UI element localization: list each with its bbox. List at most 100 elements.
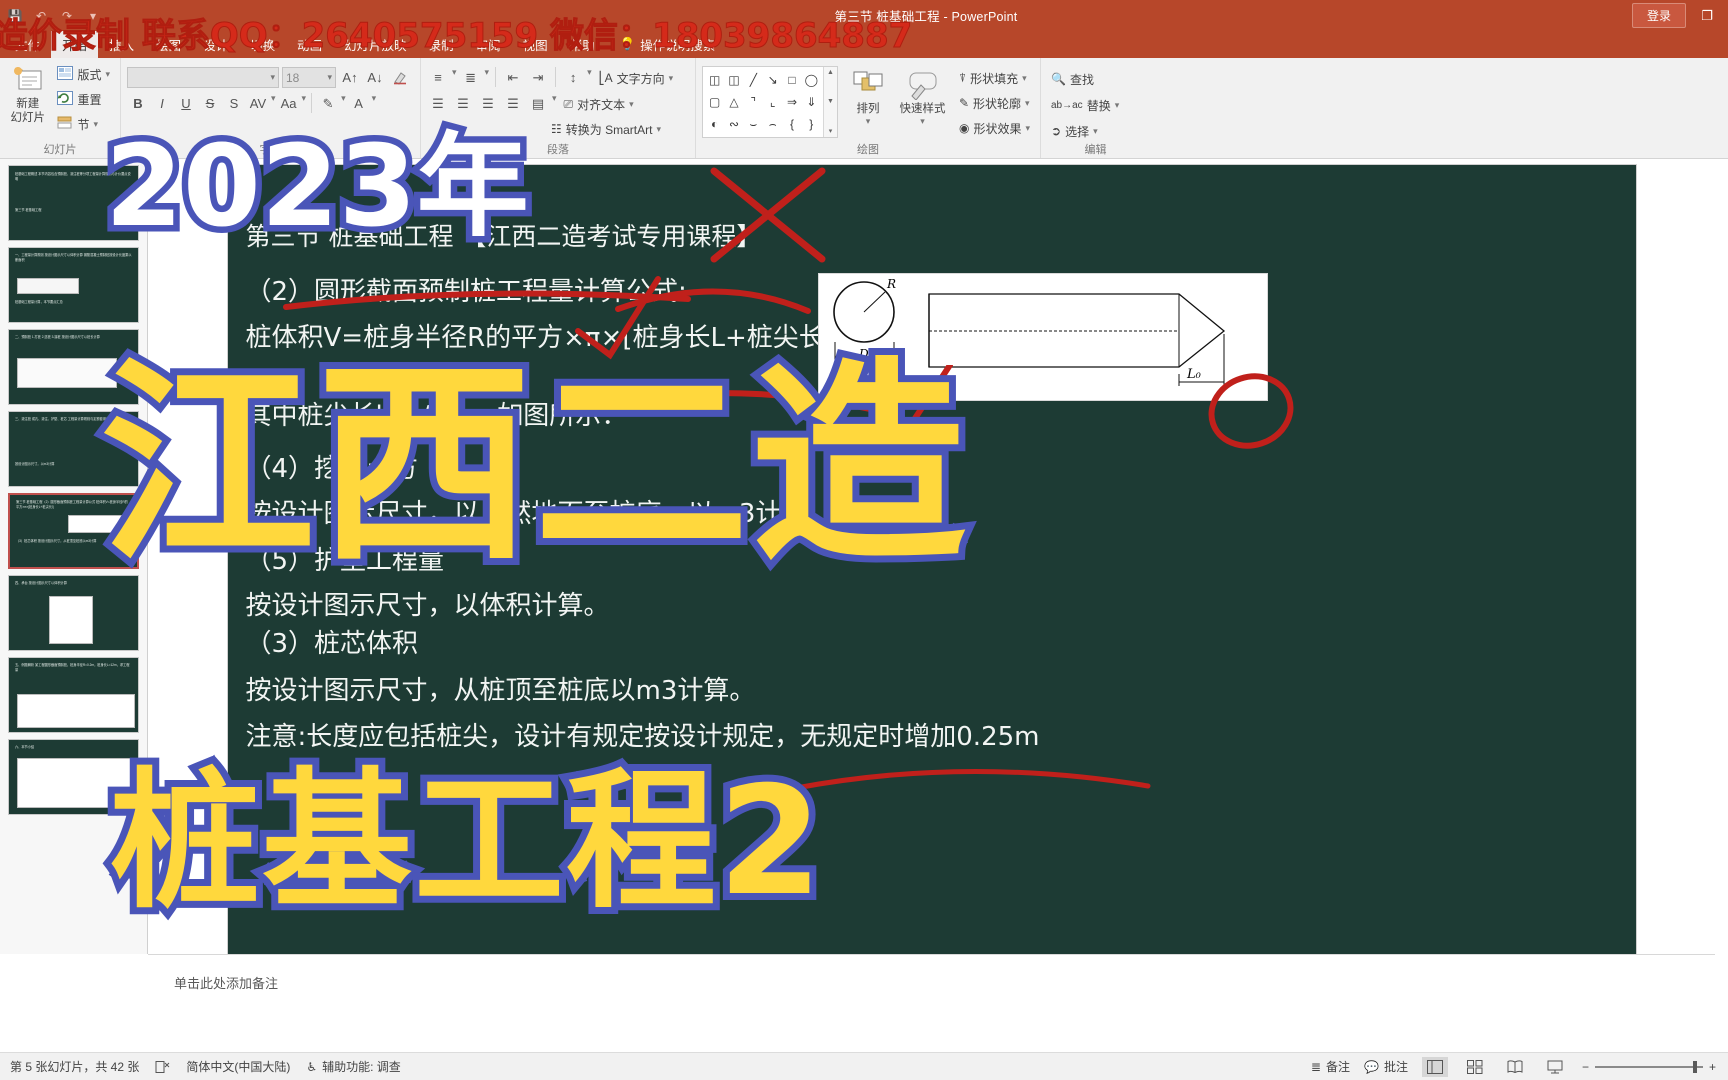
arc-shape-icon[interactable]: ⌣: [744, 113, 763, 135]
character-spacing-icon[interactable]: AV: [247, 93, 269, 114]
increase-font-size-icon[interactable]: A↑: [339, 67, 361, 88]
chevron-down-icon[interactable]: ▾: [1022, 73, 1027, 84]
chevron-down-icon[interactable]: ▾: [1025, 98, 1030, 109]
down-arrow-shape-icon[interactable]: ⇓: [802, 91, 821, 113]
slide-line-3[interactable]: 其中桩尖长l=1/3L₀，如图所示：: [246, 395, 628, 432]
notes-toggle-button[interactable]: ≣ 备注: [1311, 1058, 1350, 1075]
zoom-handle[interactable]: [1692, 1060, 1697, 1073]
tab-slideshow[interactable]: 幻灯片放映: [333, 31, 418, 58]
pile-section-diagram[interactable]: R D L₀: [817, 273, 1268, 401]
reset-button[interactable]: 重置: [53, 88, 114, 110]
oval-shape-icon[interactable]: ◯: [802, 69, 821, 91]
zoom-out-button[interactable]: −: [1582, 1060, 1589, 1074]
justify-icon[interactable]: ☰: [502, 93, 524, 114]
redo-icon[interactable]: ↷: [58, 7, 76, 25]
tab-review[interactable]: 审阅: [465, 31, 512, 58]
thumbnail-scrollbar[interactable]: [1715, 159, 1728, 954]
shapes-gallery[interactable]: ◫ ◫ ╱ ↘ □ ◯ ▢ △ ⌝ ⌞ ⇒ ⇓ ◐ ∾ ⌣ ⌢ {} ▲ ▼ …: [702, 66, 838, 138]
align-left-icon[interactable]: ☰: [427, 93, 449, 114]
bold-icon[interactable]: B: [127, 93, 149, 114]
clear-formatting-icon[interactable]: [389, 67, 411, 88]
freeform-shape-icon[interactable]: ∾: [724, 113, 743, 135]
undo-icon[interactable]: ↶: [32, 7, 50, 25]
tab-transitions[interactable]: 切换: [239, 31, 286, 58]
highlight-color-icon[interactable]: ✎: [317, 93, 339, 114]
shape-fill-button[interactable]: ⍒ 形状填充 ▾: [955, 67, 1034, 89]
restore-window-icon[interactable]: ❐: [1696, 7, 1718, 25]
tab-help[interactable]: 帮助: [559, 31, 606, 58]
chevron-down-icon[interactable]: ▾: [105, 69, 110, 80]
slide-line-2[interactable]: 桩体积V=桩身半径R的平方×π×[桩身长L+桩尖长l]: [246, 317, 843, 354]
elbow-connector-icon[interactable]: ⌝: [744, 91, 763, 113]
slide-thumbnail-6[interactable]: 四、承台 按设计图示尺寸以体积计算: [8, 575, 139, 651]
chevron-down-icon[interactable]: ▾: [1025, 123, 1030, 134]
layout-button[interactable]: 版式 ▾: [53, 63, 114, 85]
vertical-textbox-shape-icon[interactable]: ◫: [724, 69, 743, 91]
chevron-down-icon[interactable]: ▾: [629, 99, 634, 110]
slide-line-9[interactable]: 按设计图示尺寸，从桩顶至桩底以m3计算。: [246, 670, 756, 707]
font-size-combo[interactable]: 18 ▾: [282, 67, 336, 88]
slide-thumbnail-7[interactable]: 五、例题解析 某工程圆形截面预制桩，桩身半径R=0.2m，桩身长L=12m，求工…: [8, 657, 139, 733]
align-center-icon[interactable]: ☰: [452, 93, 474, 114]
chevron-down-icon[interactable]: ▾: [587, 67, 592, 78]
right-arrow-shape-icon[interactable]: ⇒: [782, 91, 801, 113]
rounded-rect-shape-icon[interactable]: ▢: [705, 91, 724, 113]
slide-line-1[interactable]: （2）圆形截面预制桩工程量计算公式:: [246, 271, 687, 308]
underline-icon[interactable]: U: [175, 93, 197, 114]
font-name-combo[interactable]: ▾: [127, 67, 279, 88]
chevron-down-icon[interactable]: ▾: [656, 124, 661, 135]
arrow-shape-icon[interactable]: ↘: [763, 69, 782, 91]
change-case-icon[interactable]: Aa: [278, 93, 300, 114]
slide-counter[interactable]: 第 5 张幻灯片，共 42 张: [10, 1058, 139, 1075]
tab-view[interactable]: 视图: [512, 31, 559, 58]
chevron-down-icon[interactable]: ▾: [302, 93, 307, 104]
slide-thumbnail-pane[interactable]: 桩基础工程概述 本节内容包含预制桩、灌注桩等分项工程量计算规则与计价要点说明 第…: [0, 159, 148, 954]
slide-line-0[interactable]: 第三节 桩基础工程 【江西二造考试专用课程】: [246, 217, 762, 253]
view-slide-sorter-button[interactable]: [1462, 1057, 1488, 1077]
chevron-down-icon[interactable]: ▾: [485, 67, 490, 78]
bullets-icon[interactable]: ≡: [427, 67, 449, 88]
gallery-expand-icon[interactable]: ▾: [829, 127, 833, 135]
tab-home[interactable]: 开始: [51, 31, 99, 58]
language-indicator[interactable]: 简体中文(中国大陆): [186, 1058, 290, 1075]
line-shape-icon[interactable]: ╱: [744, 69, 763, 91]
increase-indent-icon[interactable]: ⇥: [527, 67, 549, 88]
find-button[interactable]: 🔍 查找: [1047, 68, 1144, 90]
slide-line-5[interactable]: 按设计图示尺寸，以自然地面至桩底，以m3计算。: [246, 493, 834, 530]
shapes-gallery-scrollbar[interactable]: ▲ ▼ ▾: [822, 67, 837, 137]
slide-line-8[interactable]: （3）桩芯体积: [246, 623, 419, 660]
notes-placeholder[interactable]: 单击此处添加备注: [174, 973, 278, 992]
font-color-icon[interactable]: A: [348, 93, 370, 114]
chevron-down-icon[interactable]: ▾: [552, 93, 557, 104]
slide-line-7[interactable]: 按设计图示尺寸，以体积计算。: [246, 585, 610, 622]
slide-thumbnail-2[interactable]: 一、工程量计算规则 按设计图示尺寸以体积计算 钢筋混凝土预制桩按设计长度乘以断面…: [8, 247, 139, 323]
chevron-down-icon[interactable]: ▾: [1093, 126, 1098, 137]
slide-thumbnail-1[interactable]: 桩基础工程概述 本节内容包含预制桩、灌注桩等分项工程量计算规则与计价要点说明 第…: [8, 165, 139, 241]
scroll-down-icon[interactable]: ▼: [827, 98, 834, 105]
new-slide-button[interactable]: 新建 幻灯片: [6, 61, 49, 126]
tab-draw[interactable]: 绘图: [145, 31, 192, 58]
current-slide[interactable]: 第三节 桩基础工程 【江西二造考试专用课程】 （2）圆形截面预制桩工程量计算公式…: [227, 165, 1636, 955]
chevron-down-icon[interactable]: ▾: [271, 93, 276, 104]
slide-line-6[interactable]: （5）护壁工程量: [246, 540, 445, 577]
zoom-track[interactable]: [1594, 1060, 1703, 1073]
tab-insert[interactable]: 插入: [98, 31, 145, 58]
slide-thumbnail-8[interactable]: 六、本节小结: [8, 739, 139, 815]
slide-editing-area[interactable]: 第三节 桩基础工程 【江西二造考试专用课程】 （2）圆形截面预制桩工程量计算公式…: [148, 159, 1715, 955]
save-icon[interactable]: 💾: [6, 7, 24, 25]
chevron-down-icon[interactable]: ▾: [372, 93, 377, 104]
right-brace-shape-icon[interactable]: }: [802, 113, 821, 135]
chevron-down-icon[interactable]: ▾: [452, 67, 457, 78]
tab-file[interactable]: 文件: [4, 31, 51, 58]
italic-icon[interactable]: I: [151, 93, 173, 114]
chevron-down-icon[interactable]: ▾: [1115, 100, 1120, 111]
qat-dropdown-icon[interactable]: ▾: [84, 7, 102, 25]
notes-resize-handle[interactable]: [300, 955, 1695, 959]
spellcheck-icon[interactable]: [155, 1060, 170, 1074]
tab-design[interactable]: 设计: [192, 31, 239, 58]
columns-icon[interactable]: ▤: [527, 93, 549, 114]
decrease-font-size-icon[interactable]: A↓: [364, 67, 386, 88]
slide-line-4[interactable]: （4）挖桩土方: [246, 448, 419, 485]
chevron-down-icon[interactable]: ▾: [920, 116, 925, 127]
login-button[interactable]: 登录: [1631, 3, 1686, 28]
